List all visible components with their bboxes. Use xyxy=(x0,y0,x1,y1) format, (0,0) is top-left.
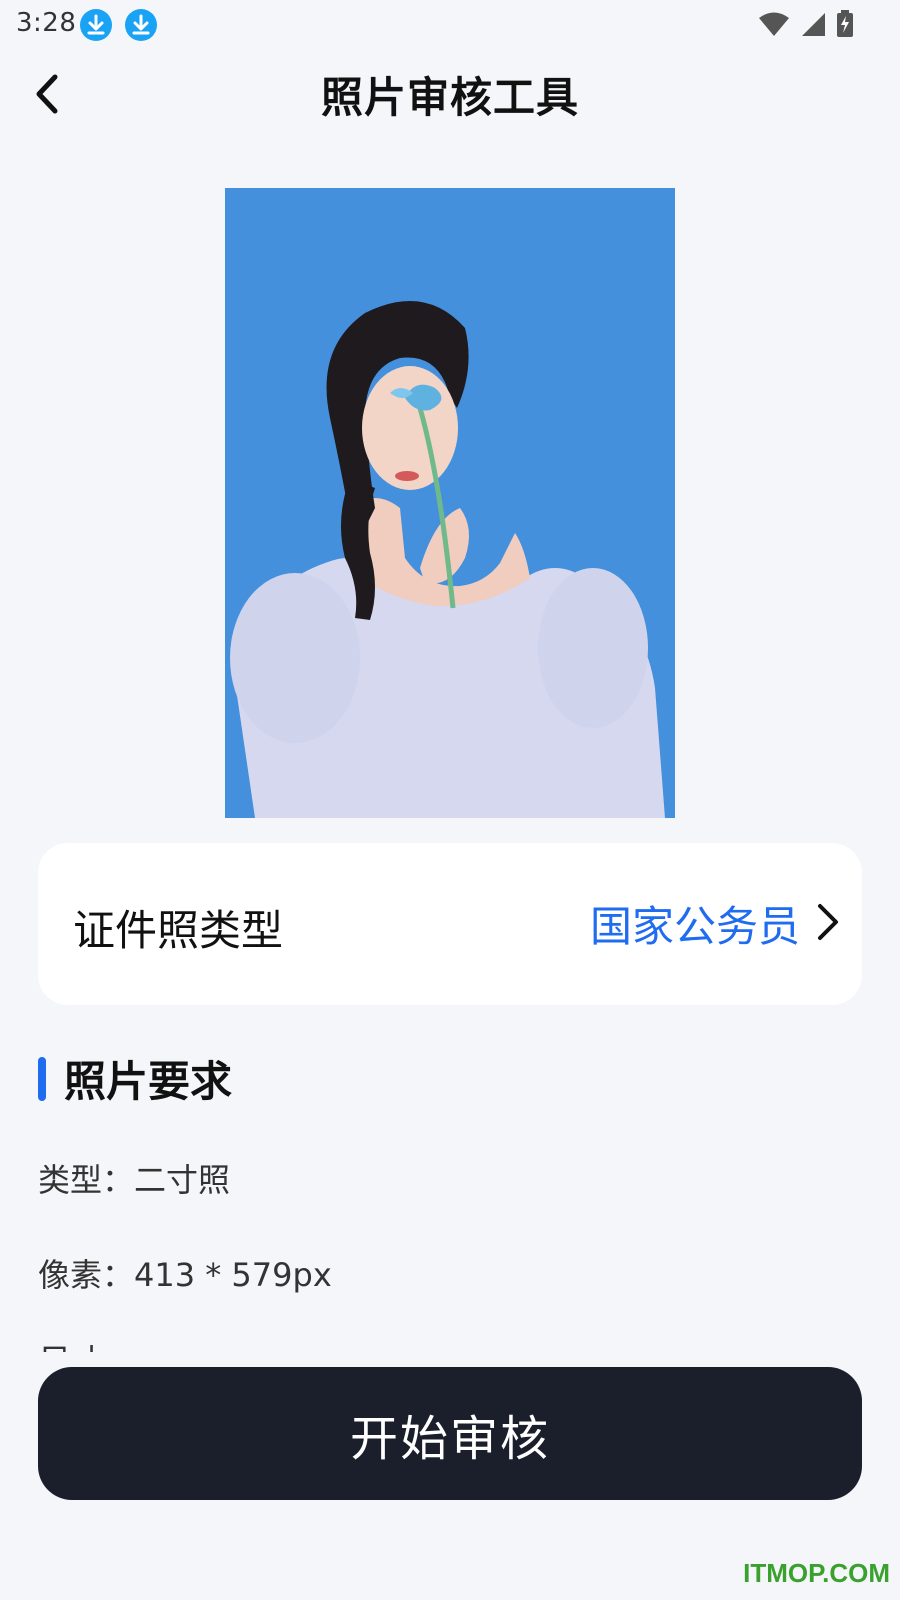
id-type-label: 证件照类型 xyxy=(73,906,284,955)
id-type-card[interactable]: 证件照类型 国家公务员 xyxy=(38,843,862,1005)
header: 照片审核工具 xyxy=(0,48,900,140)
download-icon xyxy=(125,9,157,41)
battery-charging-icon xyxy=(836,10,854,42)
id-type-value: 国家公务员 xyxy=(589,902,800,951)
portrait-photo xyxy=(230,301,665,818)
download-icon xyxy=(80,9,112,41)
section-accent-bar xyxy=(38,1056,46,1101)
watermark: ITMOP.COM xyxy=(743,1558,890,1588)
id-type-selector[interactable]: 国家公务员 xyxy=(590,893,840,954)
status-indicators xyxy=(758,10,854,42)
section-title: 照片要求 xyxy=(64,1057,233,1106)
signal-icon xyxy=(800,11,826,41)
requirement-item: 类型：二寸照 xyxy=(38,1161,231,1199)
requirement-partial-text: 尺寸 xyxy=(38,1336,238,1352)
requirements-heading: 照片要求 xyxy=(38,1048,232,1109)
status-time: 3:28 xyxy=(16,8,77,38)
chevron-right-icon xyxy=(816,902,840,946)
status-bar: 3:28 xyxy=(0,0,900,48)
wifi-icon xyxy=(758,11,790,41)
requirement-item-partial: 尺寸 xyxy=(38,1330,238,1352)
start-review-button[interactable]: 开始审核 xyxy=(38,1367,862,1500)
requirement-item: 像素：413 * 579px xyxy=(38,1256,332,1294)
page-title: 照片审核工具 xyxy=(320,73,579,122)
photo-preview xyxy=(225,188,675,818)
